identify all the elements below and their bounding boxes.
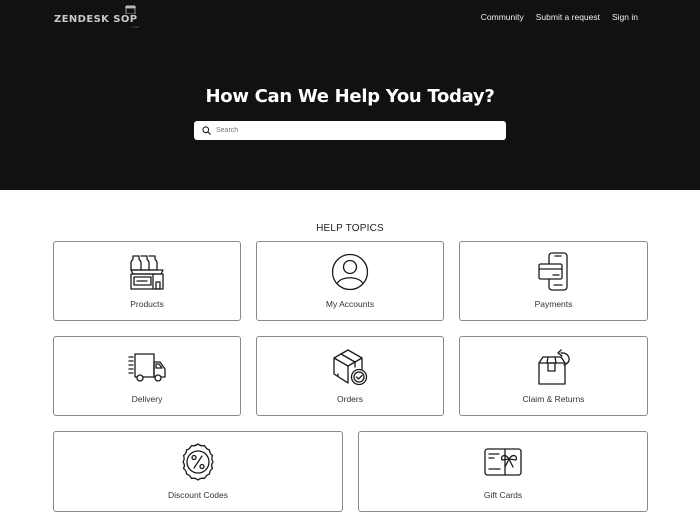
topic-label: Orders [337,394,363,404]
hero-title: How Can We Help You Today? [205,86,495,107]
topic-label: Products [130,299,164,309]
brand-logo[interactable]: ZENDESK S OP .com [54,5,140,29]
nav-sign-in-link[interactable]: Sign in [612,12,638,22]
help-topics-heading: HELP TOPICS [316,223,384,234]
nav-submit-request-link[interactable]: Submit a request [536,12,600,22]
search-icon [202,126,211,135]
topic-card-delivery[interactable]: Delivery [53,336,241,416]
user-account-icon [331,253,369,291]
topic-card-orders[interactable]: Orders [256,336,444,416]
top-nav: Community Submit a request Sign in [481,12,638,22]
topic-label: Delivery [131,394,163,404]
topic-label: Claim & Returns [522,394,585,404]
products-box-icon [130,255,164,290]
package-check-icon [333,349,368,386]
package-return-icon [537,349,570,385]
logo-text: ZENDESK S [54,13,121,25]
search-input[interactable] [216,127,496,134]
topic-card-my-accounts[interactable]: My Accounts [256,241,444,321]
logo-text-end: OP [120,13,138,25]
gift-card-icon [484,448,522,476]
topic-card-gift-cards[interactable]: Gift Cards [358,431,648,512]
logo-suffix: .com [130,24,140,29]
topic-card-products[interactable]: Products [53,241,241,321]
topic-card-discount-codes[interactable]: Discount Codes [53,431,343,512]
topic-label: Gift Cards [483,490,523,500]
storefront-icon [124,5,136,14]
delivery-truck-icon [128,353,166,382]
credit-card-phone-icon [537,252,568,291]
hero-banner: ZENDESK S OP .com Community Submit a req… [0,0,700,190]
discount-badge-icon [182,443,214,481]
search-box[interactable] [194,121,506,140]
topic-card-claim-returns[interactable]: Claim & Returns [459,336,648,416]
topic-card-payments[interactable]: Payments [459,241,648,321]
topic-label: Discount Codes [167,490,228,500]
nav-community-link[interactable]: Community [481,12,524,22]
topic-label: Payments [534,299,573,309]
topic-label: My Accounts [325,299,375,309]
